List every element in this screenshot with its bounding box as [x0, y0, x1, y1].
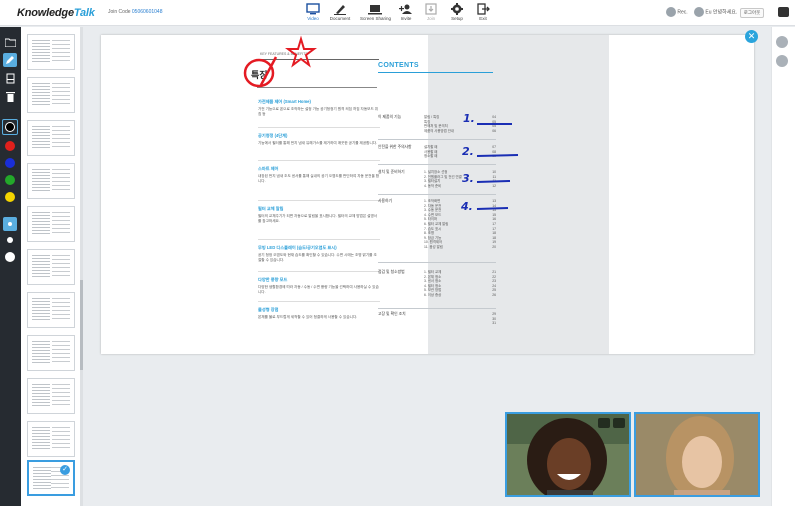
underline-annotations: [476, 123, 519, 210]
color-red[interactable]: [5, 141, 15, 151]
feature-block: 다양한 풍량 모드 다양한 생활환경에 따라 자동 / 수동 / 수면 풍량 기능…: [258, 277, 379, 294]
rec-control[interactable]: Rec.: [666, 7, 688, 17]
join-icon: [425, 3, 437, 15]
feature-block: 가전제품 제어 (Smart Home) 가전 기능으로 폰으로 조작하는 설정 …: [258, 99, 379, 116]
divider: [258, 127, 380, 128]
page-thumbnail[interactable]: [27, 249, 75, 285]
chat-icon[interactable]: [778, 7, 789, 17]
tab-exit[interactable]: Exit: [468, 3, 498, 21]
feature-block: 물성형 장점 본체를 물로 부드럽게 세척할 수 있어 청결하게 사용할 수 있습…: [258, 307, 358, 319]
divider: [258, 239, 380, 240]
participant-icon[interactable]: [776, 36, 788, 48]
size-large[interactable]: [5, 252, 15, 262]
page-thumbnail[interactable]: [27, 77, 75, 113]
thumbnail-scrollbar[interactable]: [80, 27, 83, 506]
page-thumbnail[interactable]: [27, 335, 75, 371]
close-document-button[interactable]: ✕: [745, 30, 758, 43]
page-thumbnail[interactable]: [27, 34, 75, 70]
feature-block: 스마트 제어 내장된 먼지 냄새 조도 센서를 통해 실내의 공기 오염도를 판단…: [258, 166, 380, 183]
top-toolbar: KnowledgeTalk Join Code 05060601048 Vide…: [0, 0, 795, 26]
contents-title: CONTENTS: [378, 62, 419, 69]
tab-screen-sharing[interactable]: Screen Sharing: [360, 3, 391, 21]
monitor-icon: [306, 3, 320, 15]
video-tile-self[interactable]: [505, 412, 631, 497]
feature-block: 필터 교체 알림 필터의 교체주기가 되면 자동으로 알림을 표시합니다. 필터의…: [258, 206, 378, 223]
page-thumbnail-selected[interactable]: ✓: [27, 460, 75, 496]
toc-section: 고장 및 확인 조치 29 30 31: [378, 312, 496, 326]
participant-icon[interactable]: [776, 55, 788, 67]
tab-video[interactable]: Video: [298, 3, 328, 21]
page-thumbnail[interactable]: [27, 378, 75, 414]
feature-block: 무빙 LED 디스플레이 (습도/공기오염도 표시) 공기 청정 오염도와 현재 …: [258, 245, 377, 262]
thumbnail-scroll-thumb[interactable]: [80, 280, 83, 370]
join-code: Join Code 05060601048: [108, 9, 163, 15]
video-controls: [598, 418, 625, 428]
exit-icon: [477, 3, 490, 15]
pen-icon: [334, 5, 346, 15]
user-avatar-icon: [694, 7, 704, 17]
size-medium[interactable]: [7, 237, 13, 243]
page-thumbnail[interactable]: [27, 292, 75, 328]
user-info: Eu 안녕하세요.: [694, 7, 737, 17]
divider: [258, 200, 380, 201]
app-logo: KnowledgeTalk: [17, 7, 95, 19]
feature-block: 공기청정 (4단계) 기능에서 필터를 통해 먼지 냄새 유해가스를 제거하여 깨…: [258, 133, 378, 145]
page-thumbnail[interactable]: [27, 421, 75, 457]
page-thumbnails: ✓: [21, 27, 81, 506]
video-tile-participant[interactable]: [634, 412, 760, 497]
page-thumbnail[interactable]: [27, 163, 75, 199]
annotation-number: 3.: [462, 172, 474, 185]
drawing-tools: [0, 27, 21, 506]
page-thumbnail[interactable]: [27, 206, 75, 242]
divider: [258, 301, 380, 302]
logout-button[interactable]: 로그아웃: [740, 8, 764, 18]
gear-icon: [451, 3, 463, 15]
participants-strip: [771, 27, 795, 506]
camera-icon[interactable]: [598, 418, 610, 428]
pencil-icon[interactable]: [3, 53, 17, 67]
toc-section: 점검 및 청소방법 1. 필터 교체 21 2. 본체 청소 22 3. 센서 청소…: [378, 270, 496, 310]
add-person-icon: [399, 4, 412, 14]
folder-icon[interactable]: [3, 35, 17, 49]
divider: [378, 72, 493, 73]
trash-icon[interactable]: [3, 89, 17, 103]
check-icon: ✓: [60, 465, 70, 475]
divider: [258, 160, 380, 161]
record-icon: [666, 7, 676, 17]
annotation-number: 2.: [462, 145, 474, 158]
eraser-icon[interactable]: [3, 71, 17, 85]
color-blue[interactable]: [5, 158, 15, 168]
microphone-icon[interactable]: [613, 418, 625, 428]
tab-document[interactable]: Document: [325, 3, 355, 21]
annotation-number: 4.: [461, 200, 473, 213]
color-black[interactable]: [5, 122, 15, 132]
red-circle-annotation: [243, 35, 317, 88]
participant-video: [636, 414, 758, 495]
divider: [258, 271, 380, 272]
color-green[interactable]: [5, 175, 15, 185]
size-small[interactable]: [3, 217, 17, 231]
color-yellow[interactable]: [5, 192, 15, 202]
page-thumbnail[interactable]: [27, 120, 75, 156]
laptop-icon: [368, 5, 382, 15]
